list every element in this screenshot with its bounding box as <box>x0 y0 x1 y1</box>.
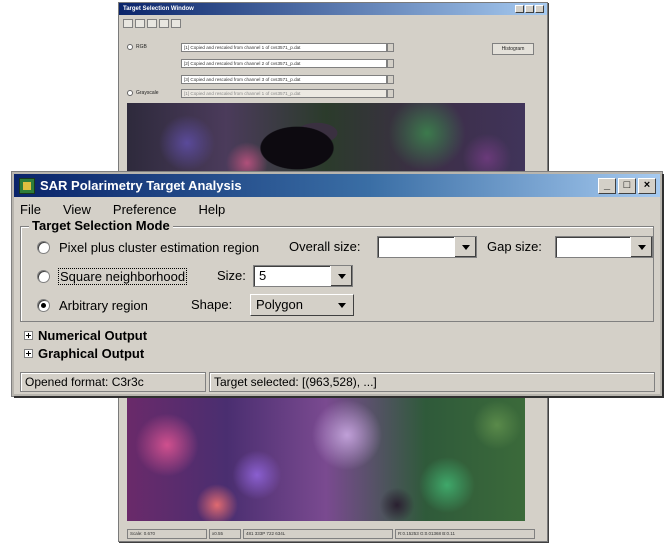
size-dropdown-icon[interactable] <box>330 266 352 286</box>
sar-polarimetry-dialog: SAR Polarimetry Target Analysis _ □ × Fi… <box>12 172 662 396</box>
window-controls: _ □ × <box>598 177 656 194</box>
bg-channel-dropdown-gray[interactable] <box>387 89 394 98</box>
bg-status-zoom: x0.55 <box>209 529 241 539</box>
gap-size-label: Gap size: <box>487 239 542 254</box>
bg-close-button[interactable] <box>535 5 544 13</box>
bg-window-title: Target Selection Window <box>123 6 194 12</box>
menu-file[interactable]: File <box>20 202 41 217</box>
expand-plus-icon[interactable] <box>24 349 33 358</box>
close-button[interactable]: × <box>638 177 656 194</box>
radio-square[interactable] <box>37 269 50 283</box>
bg-rgb-radio[interactable]: RGB <box>127 44 147 50</box>
bg-tool-zoom-in-icon[interactable] <box>147 19 157 28</box>
bg-status-value: R:0.15253 G:0.01368 B:0.11 <box>395 529 535 539</box>
status-target: Target selected: [(963,528), ...] <box>209 372 655 392</box>
expand-plus-icon[interactable] <box>24 331 33 340</box>
status-format: Opened format: C3r3c <box>20 372 206 392</box>
menu-preference[interactable]: Preference <box>113 202 177 217</box>
option-square[interactable]: Square neighborhood <box>37 264 188 288</box>
bg-channel-select-gray[interactable]: [1] Copied and rescaled from channel 1 o… <box>181 89 387 98</box>
bg-toolbar <box>123 19 181 28</box>
numerical-output-section[interactable]: Numerical Output <box>24 328 147 343</box>
bg-minimize-button[interactable] <box>515 5 524 13</box>
bg-maximize-button[interactable] <box>525 5 534 13</box>
bg-tool-pan-icon[interactable] <box>135 19 145 28</box>
bg-channel-select-r[interactable]: [1] Copied and rescaled from channel 1 o… <box>181 43 387 52</box>
shape-dropdown-icon[interactable] <box>331 295 353 315</box>
shape-combo[interactable]: Polygon <box>250 294 354 316</box>
option-pixel-cluster-label: Pixel plus cluster estimation region <box>59 239 260 255</box>
dialog-title: SAR Polarimetry Target Analysis <box>40 178 242 193</box>
overall-size-combo[interactable] <box>377 236 477 258</box>
numerical-output-label: Numerical Output <box>38 328 148 343</box>
bg-grayscale-radio[interactable]: Grayscale <box>127 90 159 96</box>
bg-channel-dropdown-r[interactable] <box>387 43 394 52</box>
size-value: 5 <box>259 268 267 283</box>
shape-value: Polygon <box>256 297 303 312</box>
status-bar: Opened format: C3r3c Target selected: [(… <box>20 372 656 392</box>
sar-image-bottom[interactable] <box>127 395 525 521</box>
bg-rgb-label: RGB <box>136 44 147 50</box>
bg-window-controls <box>515 5 544 13</box>
bg-status-coords: 481 333P 722 634L <box>243 529 393 539</box>
option-square-label: Square neighborhood <box>57 267 188 285</box>
bg-tool-select-icon[interactable] <box>123 19 133 28</box>
bg-channel-dropdown-g[interactable] <box>387 59 394 68</box>
graphical-output-section[interactable]: Graphical Output <box>24 346 144 361</box>
size-label: Size: <box>217 268 246 283</box>
overall-size-dropdown-icon[interactable] <box>454 237 476 257</box>
shape-label: Shape: <box>191 297 233 312</box>
target-selection-mode-group: Target Selection Mode Pixel plus cluster… <box>20 218 654 322</box>
option-arbitrary-label: Arbitrary region <box>59 297 148 313</box>
dialog-titlebar[interactable]: SAR Polarimetry Target Analysis _ □ × <box>14 174 660 197</box>
option-pixel-cluster[interactable]: Pixel plus cluster estimation region <box>37 235 259 259</box>
gap-size-combo[interactable] <box>555 236 653 258</box>
group-title: Target Selection Mode <box>29 218 173 233</box>
graphical-output-label: Graphical Output <box>38 346 145 361</box>
bg-status-scale: Scale: 0.670 <box>127 529 207 539</box>
bg-channel-select-g[interactable]: [2] Copied and rescaled from channel 2 o… <box>181 59 387 68</box>
option-arbitrary[interactable]: Arbitrary region <box>37 293 148 317</box>
bg-channel-select-b[interactable]: [3] Copied and rescaled from channel 3 o… <box>181 75 387 84</box>
radio-pixel-cluster[interactable] <box>37 240 50 254</box>
menu-help[interactable]: Help <box>199 202 226 217</box>
bg-tool-zoom-out-icon[interactable] <box>159 19 169 28</box>
maximize-button[interactable]: □ <box>618 177 636 194</box>
size-combo[interactable]: 5 <box>253 265 353 287</box>
menu-view[interactable]: View <box>63 202 91 217</box>
minimize-button[interactable]: _ <box>598 177 616 194</box>
bg-status-bar: Scale: 0.670 x0.55 481 333P 722 634L R:0… <box>127 529 537 539</box>
histogram-button[interactable]: Histogram <box>492 43 534 55</box>
overall-size-label: Overall size: <box>289 239 361 254</box>
bg-grayscale-label: Grayscale <box>136 90 159 96</box>
radio-arbitrary[interactable] <box>37 298 50 312</box>
gap-size-dropdown-icon[interactable] <box>630 237 652 257</box>
bg-titlebar: Target Selection Window <box>119 3 547 15</box>
menu-bar: File View Preference Help <box>14 199 225 219</box>
sar-image-top[interactable] <box>127 103 525 183</box>
bg-channel-dropdown-b[interactable] <box>387 75 394 84</box>
app-icon <box>19 177 35 194</box>
bg-tool-reset-icon[interactable] <box>171 19 181 28</box>
